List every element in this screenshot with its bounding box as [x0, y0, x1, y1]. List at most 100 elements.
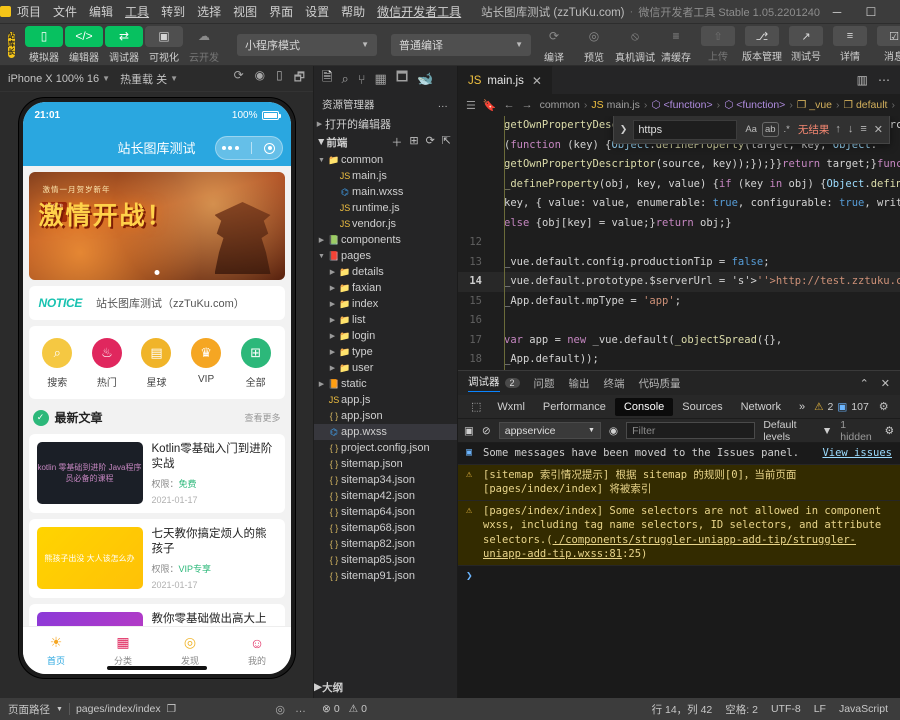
tree-file[interactable]: { }sitemap34.json	[314, 472, 457, 488]
toolbar-version-button[interactable]: ⎇ 版本管理	[741, 26, 783, 63]
close-icon[interactable]: ✕	[888, 0, 900, 24]
code-editor[interactable]: getOwnPropertyDescriptors(source));} els…	[458, 116, 900, 370]
tree-file[interactable]: ⌬app.wxss	[314, 424, 457, 440]
tree-file[interactable]: { }app.json	[314, 408, 457, 424]
debug-icon[interactable]: 🗖	[396, 68, 408, 90]
toolbar-simulator-button[interactable]: ▯ 模拟器	[25, 26, 63, 64]
list-item[interactable]: 零基础做出 高逼格PPT 教你零基础做出高大上PPT 权限：免费	[29, 604, 285, 626]
console-filter-input[interactable]: Filter	[626, 422, 755, 439]
panel-tab-debugger[interactable]: 调试器	[468, 374, 500, 392]
tree-file[interactable]: { }sitemap82.json	[314, 536, 457, 552]
toolbar-compile-button[interactable]: ⟳ 编译	[535, 26, 573, 64]
sidebar-toggle-icon[interactable]: ▣	[464, 425, 474, 437]
minimize-icon[interactable]: ─	[820, 0, 854, 24]
find-next-icon[interactable]: ↓	[848, 123, 854, 136]
menu-item-settings[interactable]: 设置	[299, 1, 335, 23]
refresh-icon[interactable]: ⟳	[234, 68, 244, 89]
open-editors-section[interactable]: ▶ 打开的编辑器	[314, 116, 457, 132]
devtools-tab-console[interactable]: Console	[615, 398, 673, 416]
inspect-element-icon[interactable]: ⬚	[464, 400, 488, 413]
console-prompt[interactable]: ❯	[458, 566, 900, 585]
panel-tab-problems[interactable]: 问题	[534, 376, 555, 391]
menu-item-select[interactable]: 选择	[191, 1, 227, 23]
tree-file[interactable]: { }project.config.json	[314, 440, 457, 456]
close-icon[interactable]: ✕	[874, 123, 883, 136]
quick-action-planet[interactable]: ▤ 星球	[132, 338, 180, 389]
list-item[interactable]: kotlin 零基础到进阶 Java程序员必备的课程 Kotlin零基础入门到进…	[29, 434, 285, 513]
tree-file[interactable]: { }sitemap64.json	[314, 504, 457, 520]
toolbar-realdevice-button[interactable]: ⦸ 真机调试	[615, 26, 655, 64]
breadcrumb-vue[interactable]: ❐ _vue	[797, 99, 832, 111]
mode-select[interactable]: 小程序模式 ▼	[237, 34, 377, 56]
tree-file[interactable]: JSruntime.js	[314, 200, 457, 216]
devtools-tab-more[interactable]: »	[790, 398, 814, 416]
toolbar-editor-button[interactable]: </> 编辑器	[65, 26, 103, 64]
notice-bar[interactable]: NOTICE 站长图库测试（zzTuKu.com）	[29, 286, 285, 320]
menu-item-help[interactable]: 帮助	[335, 1, 371, 23]
gear-icon[interactable]: ⚙	[879, 400, 889, 413]
toolbar-testid-button[interactable]: ↗ 测试号	[785, 26, 827, 63]
eye-icon[interactable]: ◎	[275, 703, 285, 716]
regex-icon[interactable]: .*	[782, 123, 792, 136]
hot-reload-select[interactable]: 热重载 关 ▼	[120, 71, 178, 87]
panel-tab-output[interactable]: 输出	[569, 376, 590, 391]
find-select-all-icon[interactable]: ≡	[860, 123, 866, 136]
tree-folder[interactable]: ▶📗components	[314, 232, 457, 248]
menu-item-file[interactable]: 文件	[47, 1, 83, 23]
more-icon[interactable]: …	[295, 703, 306, 716]
tree-folder[interactable]: ▶📁type	[314, 344, 457, 360]
tree-folder[interactable]: ▶📁list	[314, 312, 457, 328]
collapse-icon[interactable]: ⌃	[860, 377, 869, 390]
menu-item-ui[interactable]: 界面	[263, 1, 299, 23]
encoding-setting[interactable]: UTF-8	[771, 703, 801, 715]
refresh-icon[interactable]: ⟳	[426, 134, 435, 150]
tree-folder[interactable]: ▶📁user	[314, 360, 457, 376]
menu-item-devtools[interactable]: 微信开发者工具	[371, 1, 467, 23]
quick-action-hot[interactable]: ♨ 热门	[83, 338, 131, 389]
tab-mine[interactable]: ☺ 我的	[224, 635, 291, 667]
view-more-link[interactable]: 查看更多	[244, 411, 280, 424]
toolbar-details-button[interactable]: ≡ 详情	[829, 26, 871, 63]
maximize-icon[interactable]: ☐	[854, 0, 888, 24]
breadcrumb-mainjs[interactable]: JSmain.js	[591, 99, 640, 111]
bookmark-icon[interactable]: 🔖	[483, 99, 497, 112]
menu-item-goto[interactable]: 转到	[155, 1, 191, 23]
quick-action-all[interactable]: ⊞ 全部	[232, 338, 280, 389]
new-file-icon[interactable]: ＋	[391, 134, 402, 150]
find-previous-icon[interactable]: ↑	[835, 123, 841, 136]
window-icon[interactable]: 🗗	[294, 68, 305, 89]
indent-setting[interactable]: 空格: 2	[725, 702, 758, 717]
mp-capsule-buttons[interactable]	[215, 136, 283, 160]
toolbar-messages-button[interactable]: ☑ 消息	[873, 26, 900, 63]
tree-folder[interactable]: ▼📁common	[314, 152, 457, 168]
collapse-all-icon[interactable]: ⇱	[442, 134, 451, 150]
outline-section[interactable]: ▶ 大纲	[314, 676, 457, 698]
eol-setting[interactable]: LF	[814, 703, 826, 715]
more-icon[interactable]	[222, 146, 239, 150]
close-icon[interactable]: ✕	[532, 74, 542, 88]
toolbar-clearcache-button[interactable]: ≡ 清缓存	[657, 26, 695, 64]
new-folder-icon[interactable]: ⊞	[409, 134, 418, 150]
tab-mainjs[interactable]: JS main.js ✕	[458, 66, 553, 94]
more-actions-icon[interactable]: ⋯	[878, 73, 890, 87]
device-icon[interactable]: ▯	[276, 68, 283, 89]
tree-file[interactable]: JSmain.js	[314, 168, 457, 184]
eye-icon[interactable]: ◉	[609, 425, 618, 437]
find-input[interactable]	[633, 120, 737, 140]
console-levels-select[interactable]: Default levels ▼	[763, 419, 832, 443]
breadcrumb-function-1[interactable]: ⬡ <function>	[651, 99, 712, 111]
toolbar-visual-button[interactable]: ▣ 可视化	[145, 26, 183, 64]
copy-icon[interactable]: ❐	[167, 703, 176, 715]
breadcrumb-function-2[interactable]: ⬡ <function>	[724, 99, 785, 111]
extensions-icon[interactable]: ▦	[375, 71, 387, 87]
banner-carousel[interactable]: 激情一月贺岁新年 全新 传奇 激情开战！	[29, 172, 285, 280]
tree-file[interactable]: { }sitemap42.json	[314, 488, 457, 504]
docker-icon[interactable]: 🐋	[417, 71, 433, 87]
project-root-section[interactable]: ▼ 前端 ＋ ⊞ ⟳ ⇱	[314, 132, 457, 152]
menu-item-edit[interactable]: 编辑	[83, 1, 119, 23]
cursor-position[interactable]: 行 14，列 42	[652, 702, 713, 717]
whole-word-icon[interactable]: ab	[763, 123, 778, 136]
toolbar-preview-button[interactable]: ◎ 预览	[575, 26, 613, 64]
page-path-label[interactable]: 页面路径	[8, 702, 50, 717]
tree-folder[interactable]: ▶📁details	[314, 264, 457, 280]
